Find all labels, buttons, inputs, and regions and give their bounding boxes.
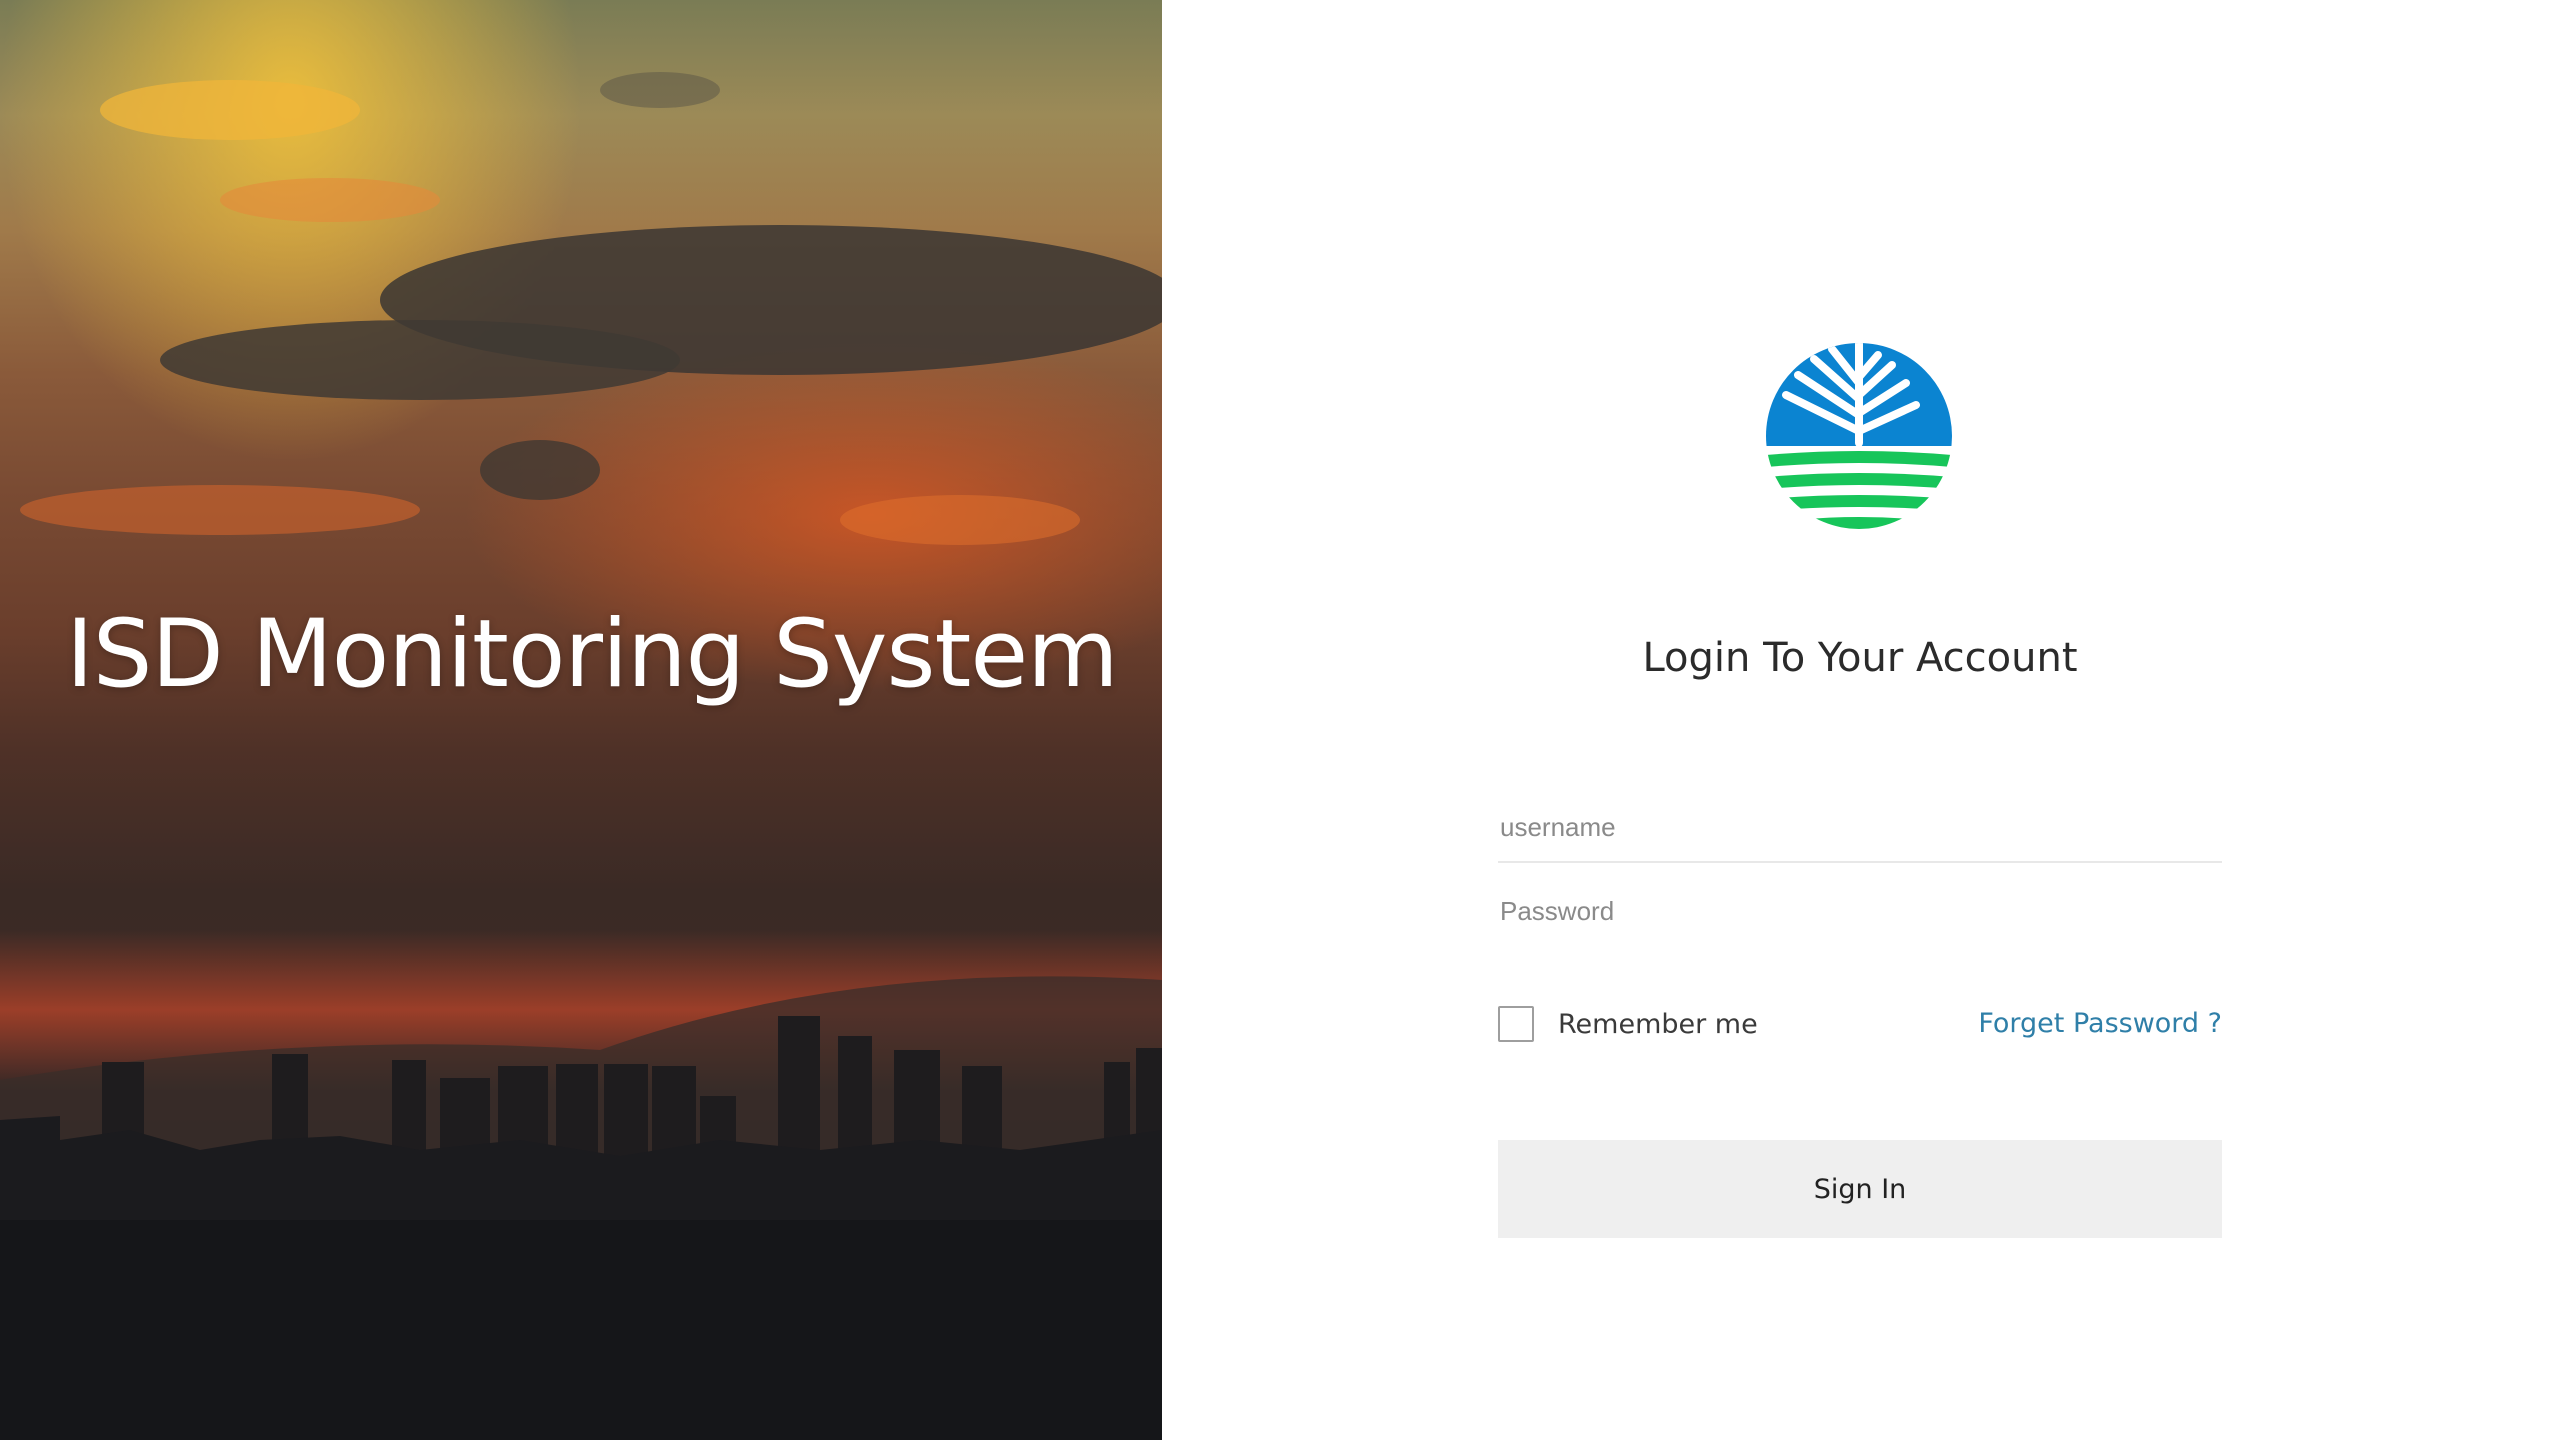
sign-in-button[interactable]: Sign In: [1498, 1140, 2222, 1238]
username-input[interactable]: [1498, 793, 2222, 863]
city-skyline-sunset-photo: [0, 0, 1162, 1440]
password-input[interactable]: [1498, 876, 2222, 946]
hero-panel: ISD Monitoring System: [0, 0, 1162, 1440]
forget-password-link[interactable]: Forget Password ?: [1978, 1006, 2222, 1042]
remember-me-row: Remember me: [1498, 1006, 1758, 1042]
hero-title: ISD Monitoring System: [66, 600, 1119, 709]
denr-leaf-water-logo: [1766, 343, 1952, 529]
remember-me-checkbox[interactable]: [1498, 1006, 1534, 1042]
login-heading: Login To Your Account: [1642, 635, 2078, 681]
remember-me-label[interactable]: Remember me: [1558, 1009, 1758, 1040]
